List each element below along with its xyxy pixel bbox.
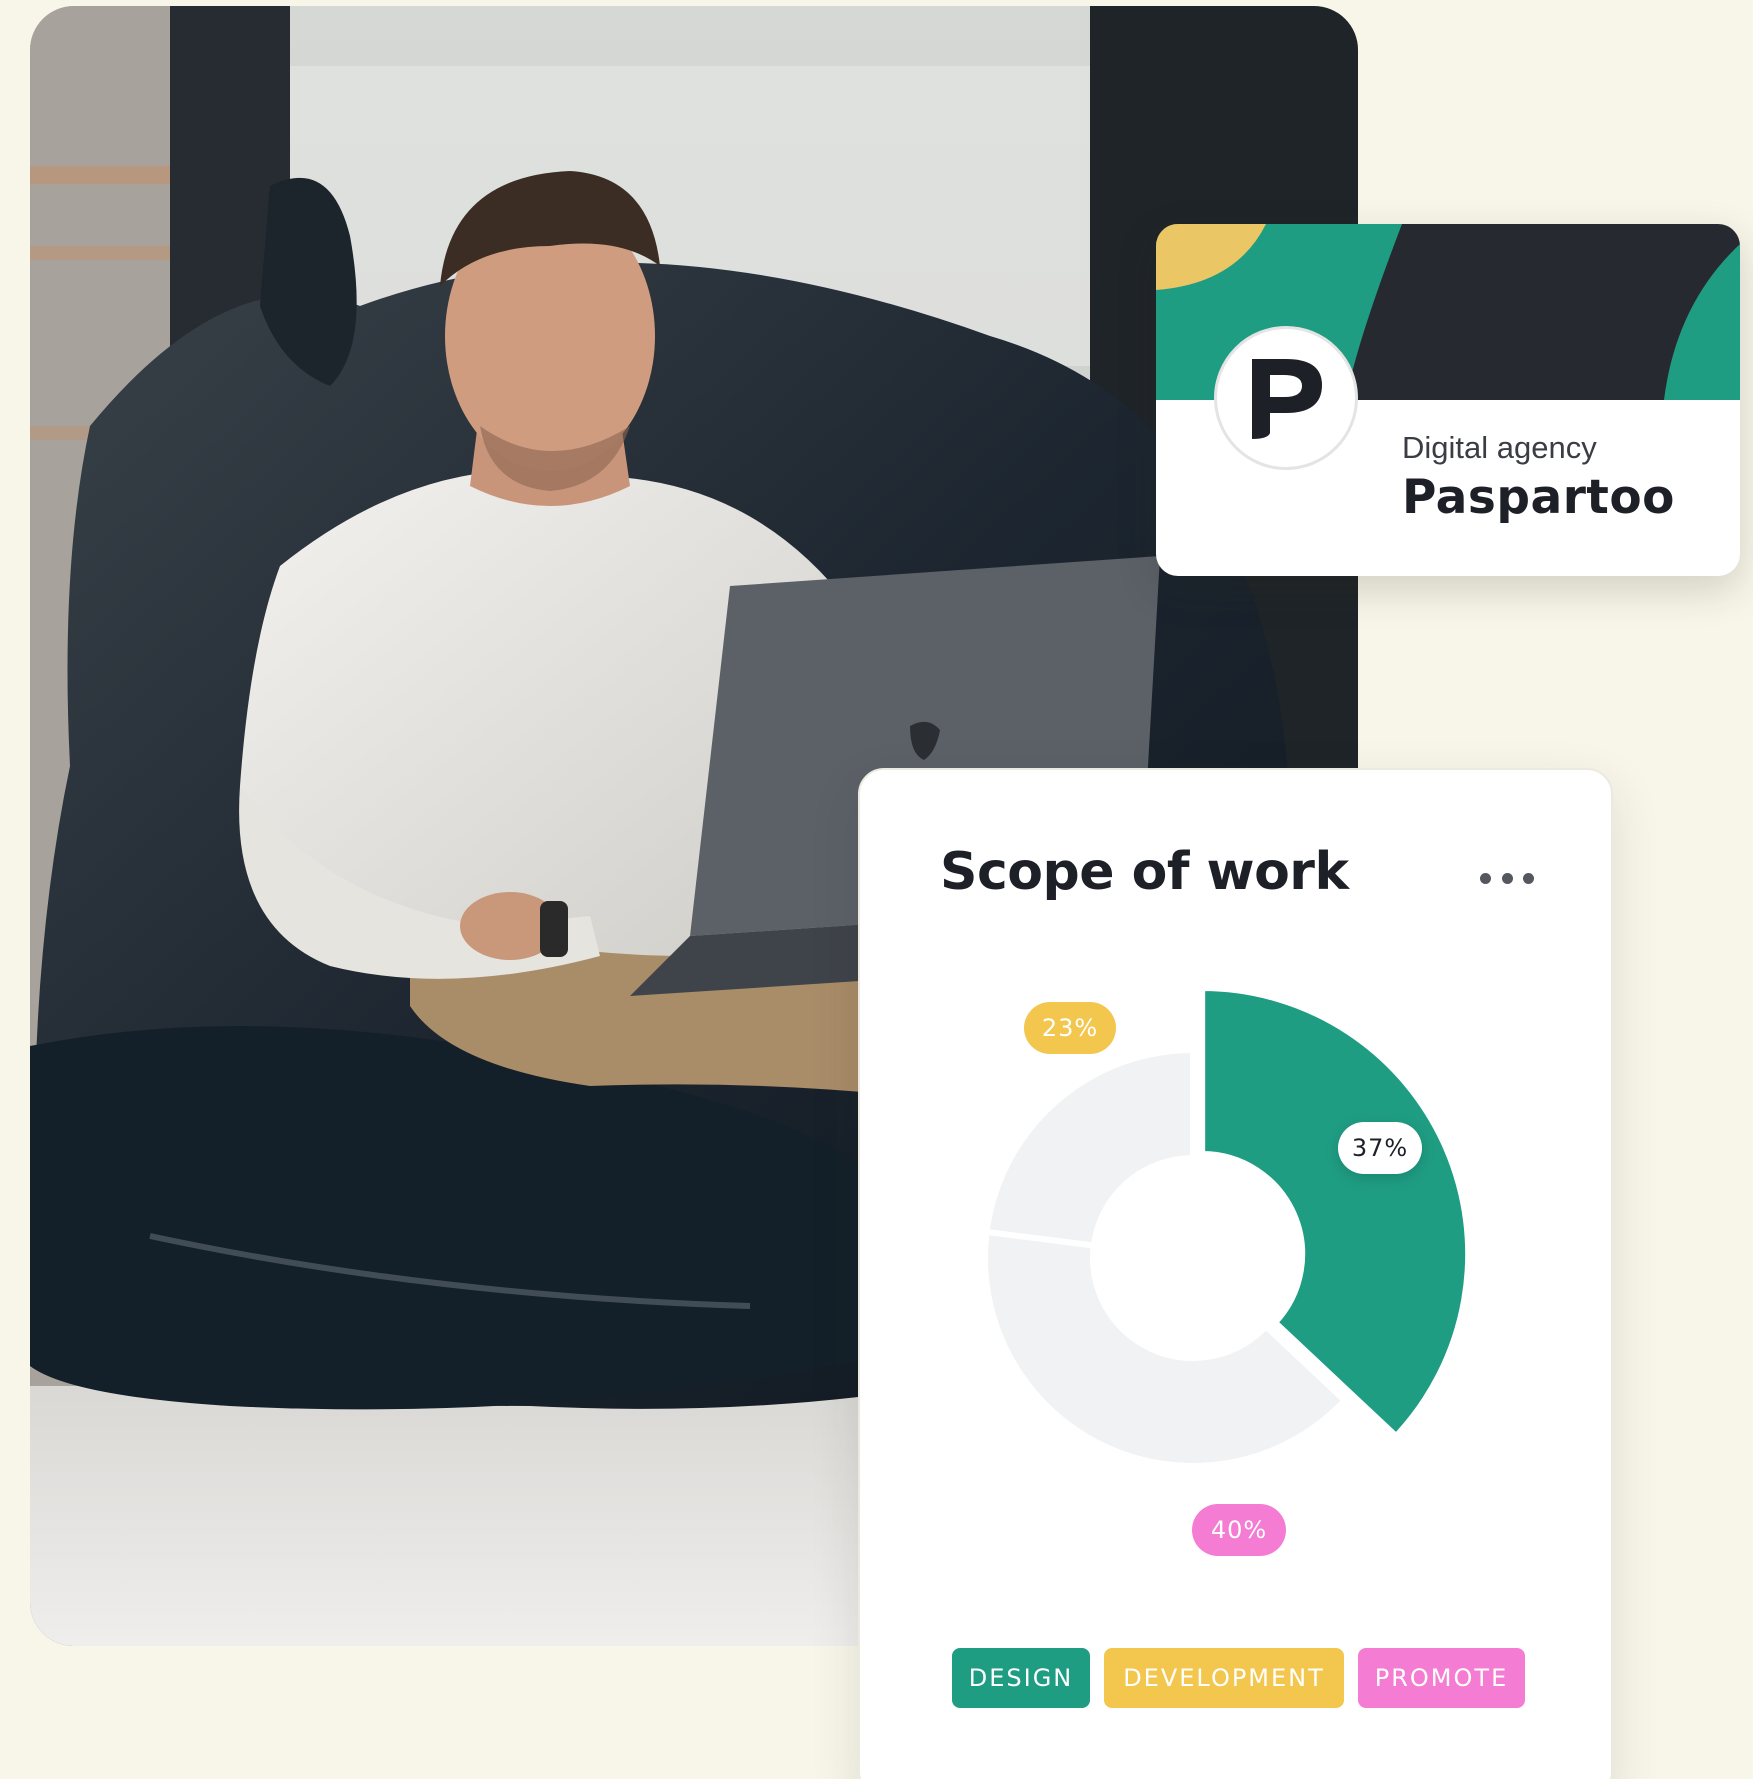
pct-label-design: 37% — [1338, 1122, 1422, 1174]
scope-card: Scope of work 23% 37% 40% DESIGN DEVELOP… — [858, 768, 1613, 1779]
pct-label-promote: 40% — [1192, 1504, 1286, 1556]
donut-slices — [982, 985, 1472, 1469]
donut-slice-design[interactable] — [1199, 985, 1472, 1441]
agency-logo — [1214, 326, 1358, 470]
stage: Digital agency Paspartoo Scope of work 2… — [0, 0, 1753, 1779]
legend-promote[interactable]: PROMOTE — [1358, 1648, 1525, 1708]
agency-card[interactable]: Digital agency Paspartoo — [1156, 224, 1740, 576]
scope-title: Scope of work — [940, 842, 1349, 902]
scope-donut-chart — [982, 985, 1472, 1469]
donut-slice-promote[interactable] — [982, 1228, 1349, 1469]
more-options-button[interactable] — [1480, 868, 1534, 888]
agency-type: Digital agency — [1402, 430, 1597, 465]
dot-icon — [1501, 872, 1513, 884]
chart-legend: DESIGN DEVELOPMENT PROMOTE — [952, 1648, 1525, 1708]
pct-label-development: 23% — [1024, 1002, 1116, 1054]
legend-development[interactable]: DEVELOPMENT — [1104, 1648, 1344, 1708]
legend-design[interactable]: DESIGN — [952, 1648, 1090, 1708]
dot-icon — [1480, 872, 1491, 884]
paspartoo-logo-icon — [1252, 359, 1322, 439]
dot-icon — [1523, 872, 1534, 884]
agency-name: Paspartoo — [1402, 470, 1675, 525]
donut-slice-development[interactable] — [983, 1046, 1196, 1249]
